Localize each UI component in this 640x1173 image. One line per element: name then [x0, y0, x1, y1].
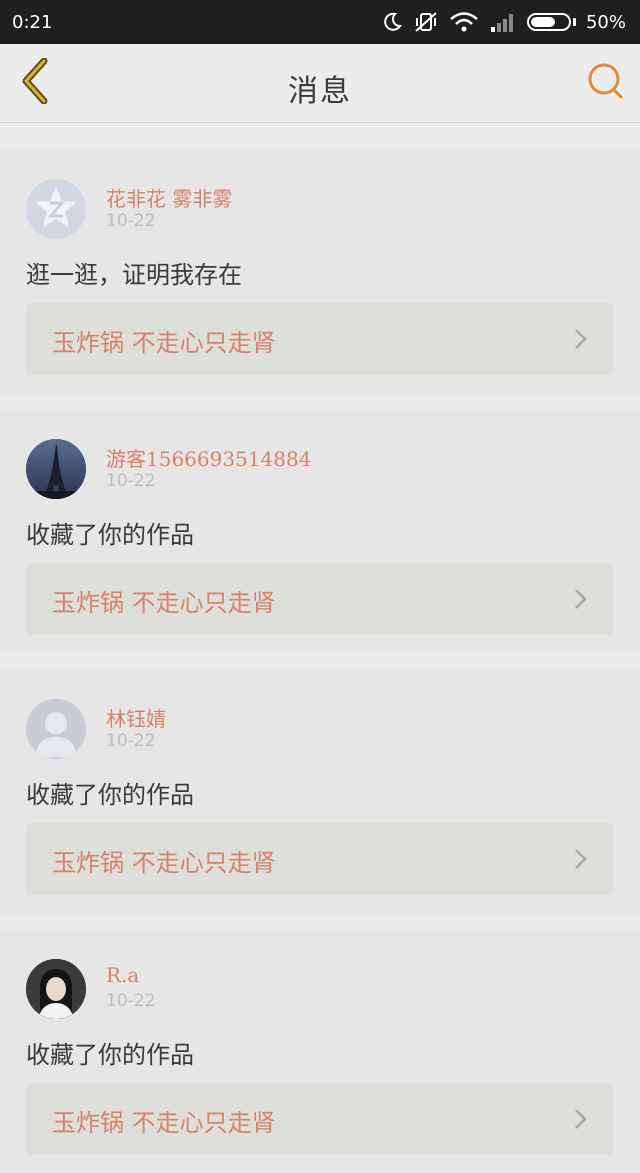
message-text: 逛一逛，证明我存在: [26, 261, 242, 289]
message-text: 收藏了你的作品: [26, 1041, 194, 1069]
status-bar: 0:21 50%: [0, 0, 640, 44]
username[interactable]: 林钰婧: [106, 703, 166, 732]
status-icons: 50%: [381, 11, 626, 33]
battery-icon: [526, 13, 576, 31]
message-text: 收藏了你的作品: [26, 521, 194, 549]
battery-percent: 50%: [585, 11, 626, 33]
work-link[interactable]: 玉炸锅 不走心只走肾: [26, 1083, 613, 1155]
message-item[interactable]: 林钰婧 10-22 收藏了你的作品 玉炸锅 不走心只走肾: [0, 669, 640, 913]
work-title: 玉炸锅 不走心只走肾: [52, 849, 276, 877]
work-title: 玉炸锅 不走心只走肾: [52, 589, 276, 617]
work-link[interactable]: 玉炸锅 不走心只走肾: [26, 563, 613, 635]
wifi-icon: [449, 11, 479, 33]
avatar[interactable]: [26, 179, 86, 239]
message-item[interactable]: 花非花 雾非雾 10-22 逛一逛，证明我存在 玉炸锅 不走心只走肾: [0, 149, 640, 393]
username[interactable]: R.a: [106, 963, 139, 987]
chevron-right-icon: [573, 847, 589, 875]
clock: 0:21: [12, 11, 53, 33]
message-date: 10-22: [106, 211, 156, 231]
page-title: 消息: [288, 74, 352, 109]
avatar[interactable]: [26, 699, 86, 759]
avatar[interactable]: [26, 959, 86, 1019]
chevron-right-icon: [573, 1107, 589, 1135]
username[interactable]: 游客1566693514884: [106, 443, 311, 472]
search-button[interactable]: [586, 62, 626, 104]
chevron-right-icon: [573, 587, 589, 615]
work-title: 玉炸锅 不走心只走肾: [52, 1109, 276, 1137]
message-date: 10-22: [106, 991, 156, 1011]
mute-vibrate-icon: [413, 11, 439, 33]
top-nav-bar: 消息: [0, 44, 640, 123]
signal-icon: [489, 11, 517, 33]
username[interactable]: 花非花 雾非雾: [106, 183, 232, 212]
chevron-right-icon: [573, 327, 589, 355]
message-text: 收藏了你的作品: [26, 781, 194, 809]
message-date: 10-22: [106, 471, 156, 491]
search-icon: [586, 61, 626, 105]
message-item[interactable]: R.a 10-22 收藏了你的作品 玉炸锅 不走心只走肾: [0, 929, 640, 1173]
moon-icon: [381, 11, 403, 33]
message-date: 10-22: [106, 731, 156, 751]
work-link[interactable]: 玉炸锅 不走心只走肾: [26, 823, 613, 895]
work-title: 玉炸锅 不走心只走肾: [52, 329, 276, 357]
avatar[interactable]: [26, 439, 86, 499]
message-item[interactable]: 游客1566693514884 10-22 收藏了你的作品 玉炸锅 不走心只走肾: [0, 409, 640, 653]
work-link[interactable]: 玉炸锅 不走心只走肾: [26, 303, 613, 375]
